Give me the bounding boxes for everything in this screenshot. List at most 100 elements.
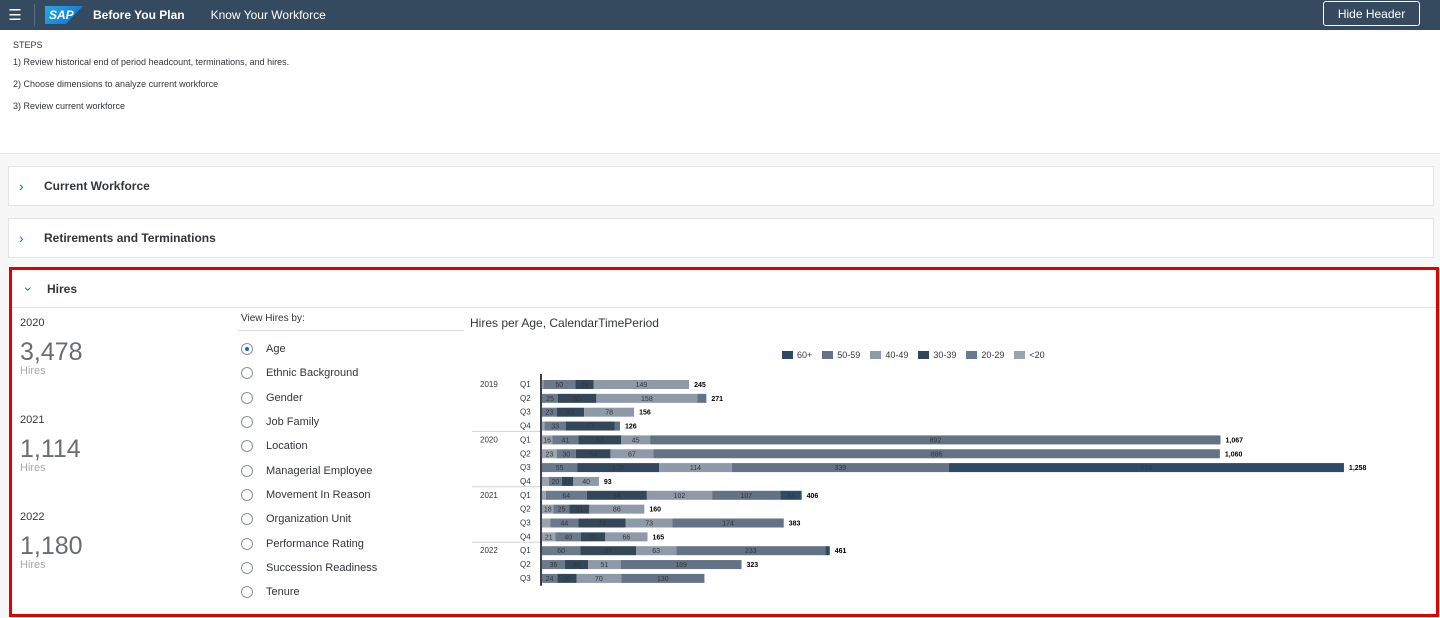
segment-value: 25	[546, 396, 554, 403]
legend-item[interactable]: <20	[1014, 350, 1045, 360]
total-label: 245	[694, 382, 706, 389]
segment-value: 63	[652, 548, 660, 555]
segment-value: 40	[564, 534, 572, 541]
year-label: 2021	[480, 491, 498, 500]
hires-bar-chart: 2019 Q1 50 29 149 245 Q2 25 60 158 271 Q3 23 43 78 156 Q…	[472, 374, 1367, 586]
radio-label: Managerial Employee	[266, 464, 373, 477]
radio-button-icon[interactable]	[241, 586, 253, 599]
bar-segment	[542, 380, 544, 389]
retirements-header[interactable]: › Retirements and Terminations	[9, 219, 1433, 257]
legend-label: 20-29	[981, 350, 1005, 360]
bar-segment	[542, 476, 550, 486]
total-label: 323	[747, 562, 759, 569]
total-label: 406	[807, 493, 819, 500]
radio-option-succession-readiness[interactable]: Succession Readiness	[238, 556, 464, 580]
app-subtitle: Know Your Workforce	[210, 8, 326, 22]
quarter-label: Q1	[520, 435, 531, 444]
stat-2022: 2022 1,180 Hires	[20, 511, 83, 571]
segment-value: 73	[645, 521, 653, 528]
total-label: 1,258	[1349, 465, 1367, 472]
year-label: 2022	[480, 546, 498, 555]
stat-value: 3,478	[20, 338, 83, 366]
legend-item[interactable]: 20-29	[966, 350, 1004, 360]
hires-header[interactable]: › Hires	[12, 270, 1436, 308]
quarter-label: Q1	[520, 491, 531, 500]
stat-year: 2022	[20, 511, 45, 523]
shell-bar: ☰ SAP Before You Plan Know Your Workforc…	[0, 0, 1440, 30]
quarter-label: Q4	[520, 532, 531, 541]
legend-swatch	[822, 351, 834, 359]
radio-option-tenure[interactable]: Tenure	[238, 580, 464, 604]
quarter-label: Q3	[520, 408, 531, 417]
radio-button-icon[interactable]	[241, 464, 253, 477]
radio-option-managerial-employee[interactable]: Managerial Employee	[238, 458, 464, 482]
radio-button-icon[interactable]	[241, 343, 253, 356]
radio-option-ethnic-background[interactable]: Ethnic Background	[238, 361, 464, 385]
segment-value: 43	[567, 410, 575, 417]
legend-swatch	[870, 351, 882, 359]
shell-separator	[34, 4, 35, 26]
total-label: 126	[625, 424, 637, 431]
stat-value: 1,114	[20, 435, 81, 463]
bar-segment	[542, 421, 545, 431]
sap-logo[interactable]: SAP	[45, 6, 83, 24]
current-workforce-panel: › Current Workforce	[8, 166, 1434, 206]
segment-value: 50	[555, 382, 563, 389]
radio-button-icon[interactable]	[241, 416, 253, 429]
radio-label: Ethnic Background	[266, 367, 359, 380]
radio-button-icon[interactable]	[241, 391, 253, 404]
chart-title: Hires per Age, CalendarTimePeriod	[470, 316, 659, 330]
total-label: 165	[653, 534, 665, 541]
retirements-panel: › Retirements and Terminations	[8, 218, 1434, 258]
segment-value: 102	[674, 493, 686, 500]
legend-item[interactable]: 50-59	[822, 350, 860, 360]
segment-value: 94	[613, 493, 621, 500]
radio-option-movement-in-reason[interactable]: Movement In Reason	[238, 483, 464, 507]
segment-value: 55	[556, 465, 564, 472]
segment-value: 64	[562, 493, 570, 500]
radio-button-icon[interactable]	[241, 367, 253, 380]
hamburger-icon[interactable]: ☰	[0, 0, 30, 30]
radio-option-organization-unit[interactable]: Organization Unit	[238, 507, 464, 531]
segment-value: 70	[595, 576, 603, 583]
radio-label: Performance Rating	[266, 537, 364, 550]
segment-value: 30	[563, 576, 571, 583]
segment-value: 23	[545, 451, 553, 458]
segment-value: 189	[675, 562, 687, 569]
radio-button-icon[interactable]	[241, 513, 253, 526]
segment-value: 149	[636, 382, 648, 389]
radio-option-job-family[interactable]: Job Family	[238, 410, 464, 434]
segment-value: 78	[605, 410, 613, 417]
segment-value: 107	[740, 493, 752, 500]
radio-button-icon[interactable]	[241, 537, 253, 550]
radio-option-age[interactable]: Age	[238, 337, 464, 361]
radio-label: Job Family	[266, 416, 320, 429]
segment-value: 77	[586, 424, 594, 431]
hires-panel: › Hires 2020 3,478 Hires 2021 1,114 Hire…	[9, 267, 1439, 617]
total-label: 1,067	[1226, 437, 1244, 444]
segment-value: 74	[598, 521, 606, 528]
radio-option-gender[interactable]: Gender	[238, 386, 464, 410]
quarter-label: Q2	[520, 394, 531, 403]
quarter-label: Q3	[520, 463, 531, 472]
segment-value: 233	[745, 548, 757, 555]
segment-value: 36	[550, 562, 558, 569]
legend-item[interactable]: 60+	[782, 350, 812, 360]
hide-header-button[interactable]: Hide Header	[1323, 1, 1420, 26]
segment-value: 41	[561, 437, 569, 444]
stat-label: Hires	[20, 462, 46, 474]
radio-option-location[interactable]: Location	[238, 434, 464, 458]
radio-button-icon[interactable]	[241, 440, 253, 453]
year-label: 2019	[480, 380, 498, 389]
legend-item[interactable]: 40-49	[870, 350, 908, 360]
steps-heading: STEPS	[13, 40, 43, 50]
legend-item[interactable]: 30-39	[918, 350, 956, 360]
radio-button-icon[interactable]	[241, 488, 253, 501]
segment-value: 30	[562, 451, 570, 458]
radio-button-icon[interactable]	[241, 561, 253, 574]
current-workforce-header[interactable]: › Current Workforce	[9, 167, 1433, 205]
quarter-label: Q3	[520, 519, 531, 528]
segment-value: 36	[573, 562, 581, 569]
radio-option-performance-rating[interactable]: Performance Rating	[238, 531, 464, 555]
bar-segment	[614, 421, 621, 431]
